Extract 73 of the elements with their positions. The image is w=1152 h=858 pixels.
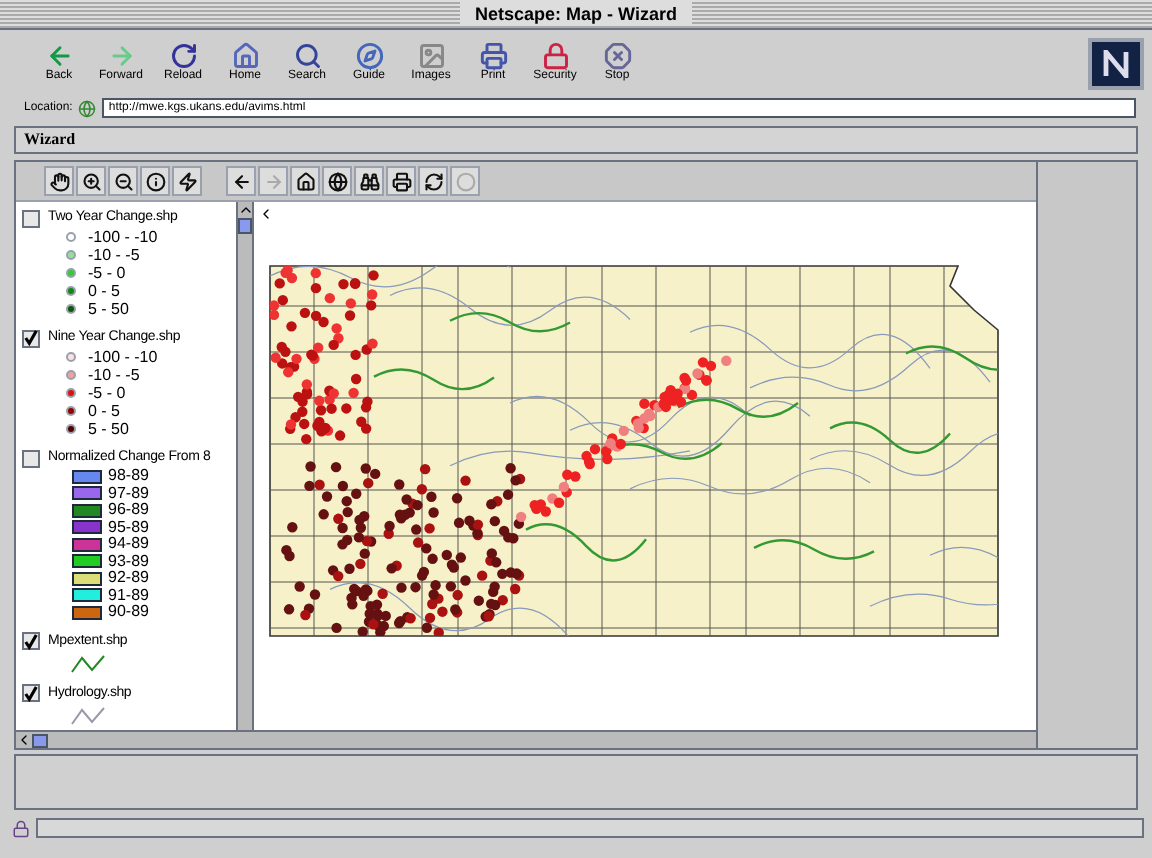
security-lock-icon[interactable] [12,819,30,837]
hand-icon [49,171,69,191]
class-label: 91-89 [108,587,149,604]
info-icon [145,171,165,191]
scrollbar[interactable] [236,202,254,730]
map-tool-button[interactable] [386,166,416,196]
page-icon [78,99,97,117]
scroll-left-icon [16,732,32,748]
class-label: 92-89 [108,570,149,587]
check-icon [24,633,38,649]
globe-icon [327,171,347,191]
check-icon [24,330,38,346]
layer-checkbox[interactable] [22,209,40,227]
map-tool-button[interactable] [418,166,448,196]
map-tool-button[interactable] [140,166,170,196]
class-label: -5 - 0 [88,264,126,282]
lock-icon [541,42,569,70]
reload-icon [169,42,197,70]
map-tool-button[interactable] [44,166,74,196]
map-tool-button[interactable] [354,166,384,196]
class-label: 0 - 5 [88,402,121,420]
class-label: 5 - 50 [88,300,129,318]
compass-icon [355,42,383,70]
class-label: -10 - -5 [88,246,140,264]
printer-icon [479,42,507,70]
class-label: 5 - 50 [88,420,129,438]
check-icon [24,685,38,701]
frame-title: Wizard [24,128,76,152]
map-tool-button[interactable] [108,166,138,196]
binoculars-icon [359,171,379,191]
back-icon [45,42,73,70]
class-label: 98-89 [108,468,149,485]
home-icon [295,171,315,191]
printer-icon [391,171,411,191]
zoom-out-icon [113,171,133,191]
search-icon [293,42,321,70]
scroll-thumb[interactable] [238,218,252,234]
scroll-up-icon [238,202,254,218]
zoom-in-icon [81,171,101,191]
lightning-icon [177,171,197,191]
netscape-logo-icon [1088,37,1144,89]
forward-icon [107,42,135,70]
back-icon [231,171,251,191]
map-tool-button[interactable] [76,166,106,196]
class-label: 96-89 [108,502,149,519]
class-label: -5 - 0 [88,384,126,402]
class-label: 0 - 5 [88,282,121,300]
window-title: Netscape: Map - Wizard [459,2,693,26]
class-label: 90-89 [108,604,149,621]
map-tool-button[interactable] [322,166,352,196]
class-label: -10 - -5 [88,366,140,384]
stop-icon [603,42,631,70]
map-tool-button[interactable] [226,166,256,196]
circle-icon [455,171,475,191]
class-label: 93-89 [108,553,149,570]
layer-checkbox[interactable] [22,632,40,650]
image-icon [417,42,445,70]
class-label: 95-89 [108,519,149,536]
class-label: -100 - -10 [88,228,158,246]
scroll-thumb[interactable] [32,733,48,747]
map-tool-button[interactable] [172,166,202,196]
class-label: -100 - -10 [88,348,158,366]
home-icon [231,42,259,70]
forward-icon [263,171,283,191]
horizontal-scrollbar[interactable] [16,730,1036,748]
refresh-icon [423,171,443,191]
class-label: 97-89 [108,485,149,502]
layer-checkbox[interactable] [22,329,40,347]
class-label: 94-89 [108,536,149,553]
layer-checkbox[interactable] [22,684,40,702]
layer-checkbox[interactable] [22,449,40,467]
collapse-icon[interactable] [258,206,274,222]
map-tool-button[interactable] [290,166,320,196]
